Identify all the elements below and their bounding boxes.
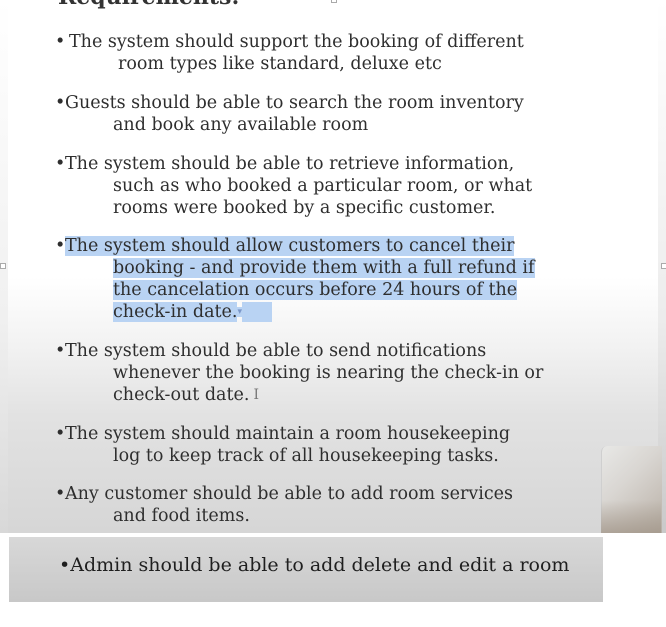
bullet-icon: •: [55, 32, 66, 52]
item-line: check-out date.: [113, 385, 250, 405]
slide-heading: Requirements:: [58, 0, 240, 10]
bullet-icon: •: [55, 341, 66, 361]
bullet-icon: •: [55, 424, 66, 444]
bullet-icon: •: [55, 236, 66, 256]
bullet-icon: •: [55, 484, 66, 504]
bullet-icon: •: [55, 154, 66, 174]
item-line: such as who booked a particular room, or…: [113, 176, 533, 196]
item-line: Admin should be able to add delete and e…: [70, 554, 570, 576]
item-line: and food items.: [113, 506, 250, 526]
room-photo-shade: [601, 500, 661, 533]
selected-text-line[interactable]: the cancelation occurs before 24 hours o…: [113, 280, 518, 300]
item-line: rooms were booked by a specific customer…: [113, 198, 496, 218]
next-slide-strip: •Admin should be able to add delete and …: [9, 537, 603, 602]
item-line: Guests should be able to search the room…: [65, 93, 524, 113]
item-line: The system should be able to retrieve in…: [65, 154, 515, 174]
resize-handle-left[interactable]: [0, 263, 6, 269]
admin-requirement-item: •Admin should be able to add delete and …: [59, 554, 569, 576]
requirement-item-7: •Any customer should be able to add room…: [55, 483, 513, 527]
requirement-item-1: • The system should support the booking o…: [55, 31, 524, 75]
item-line: and book any available room: [113, 115, 369, 135]
requirement-item-5: •The system should be able to send notif…: [55, 340, 543, 406]
item-line: whenever the booking is nearing the chec…: [113, 363, 544, 383]
requirement-item-6: •The system should maintain a room house…: [55, 423, 510, 467]
item-line: The system should maintain a room housek…: [65, 424, 511, 444]
requirement-item-3: •The system should be able to retrieve i…: [55, 153, 532, 219]
item-line: The system should be able to send notifi…: [65, 341, 487, 361]
selected-text-line[interactable]: check-in date.: [113, 302, 238, 322]
item-line: The system should support the booking of…: [69, 32, 524, 52]
bullet-icon: •: [59, 554, 71, 576]
item-line: Any customer should be able to add room …: [65, 484, 514, 504]
selection-tail: [242, 302, 272, 322]
requirement-item-2: •Guests should be able to search the roo…: [55, 92, 524, 136]
slide-canvas: Requirements: •The system should support…: [8, 0, 658, 533]
resize-handle-top[interactable]: [331, 0, 337, 3]
bullet-icon: •: [55, 93, 66, 113]
item-line: room types like standard, deluxe etc: [118, 54, 442, 74]
item-line: log to keep track of all housekeeping ta…: [113, 446, 499, 466]
selected-text-line[interactable]: booking - and provide them with a full r…: [113, 258, 535, 278]
selected-text-line[interactable]: The system should allow customers to can…: [65, 236, 515, 256]
requirement-item-4-selected[interactable]: •The system should allow customers to ca…: [55, 235, 535, 323]
text-cursor-icon: I: [253, 387, 259, 403]
resize-handle-right[interactable]: [661, 263, 666, 269]
